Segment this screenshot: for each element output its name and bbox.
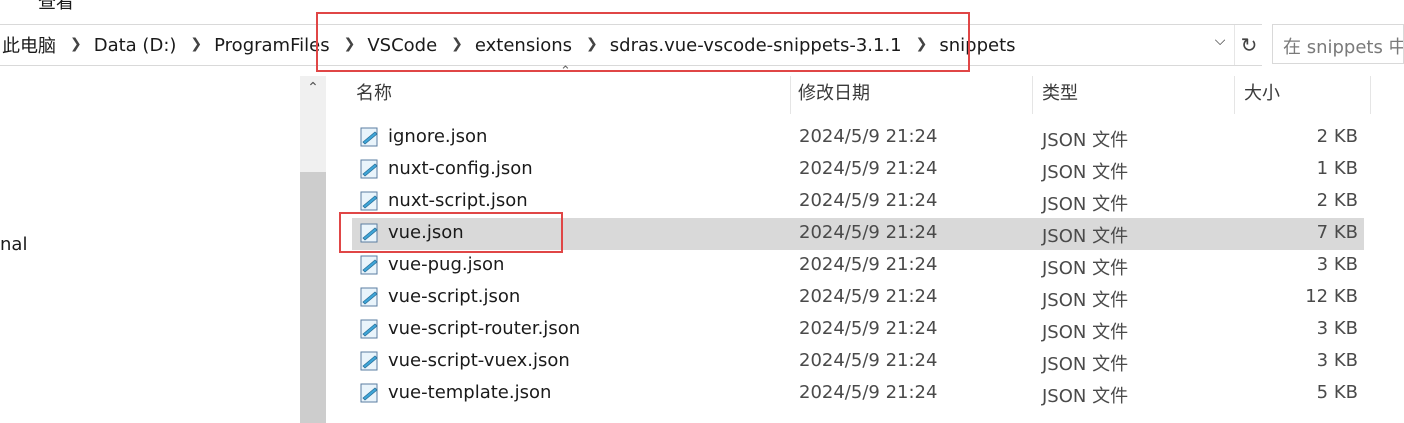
search-input[interactable]: 在 snippets 中搜索 [1272,24,1404,64]
json-file-icon [360,223,378,243]
breadcrumb-this-pc[interactable]: 此电脑 [0,32,58,58]
address-bar[interactable]: 此电脑 ❯ Data (D:) ❯ ProgramFiles ❯ VSCode … [0,24,1262,66]
json-file-icon [360,159,378,179]
file-name: vue-script.json [388,286,521,307]
file-type: JSON 文件 [1042,290,1129,311]
file-date: 2024/5/9 21:24 [799,350,938,371]
file-name: ignore.json [388,126,488,147]
file-row[interactable]: nuxt-script.json 2024/5/9 21:24 JSON 文件 … [352,186,1364,218]
file-row[interactable]: nuxt-config.json 2024/5/9 21:24 JSON 文件 … [352,154,1364,186]
file-name: vue-template.json [388,382,552,403]
file-name: vue-script-router.json [388,318,581,339]
file-row[interactable]: vue-script-router.json 2024/5/9 21:24 JS… [352,314,1364,346]
file-date: 2024/5/9 21:24 [799,382,938,403]
column-date[interactable]: 修改日期 [768,76,1010,114]
file-date: 2024/5/9 21:24 [799,222,938,243]
file-row[interactable]: ignore.json 2024/5/9 21:24 JSON 文件 2 KB [352,122,1364,154]
chevron-right-icon[interactable]: ❯ [439,36,473,52]
json-file-icon [360,127,378,147]
chevron-right-icon[interactable]: ❯ [574,36,608,52]
file-type: JSON 文件 [1042,322,1129,343]
file-type: JSON 文件 [1042,226,1129,247]
json-file-icon [360,351,378,371]
file-size: 3 KB [1316,254,1358,275]
navigation-pane: nal [0,66,300,423]
file-name: nuxt-script.json [388,190,528,211]
file-size: 2 KB [1316,190,1358,211]
breadcrumb-extensions[interactable]: extensions [473,35,574,56]
file-type: JSON 文件 [1042,130,1129,151]
file-row[interactable]: vue-pug.json 2024/5/9 21:24 JSON 文件 3 KB [352,250,1364,282]
file-date: 2024/5/9 21:24 [799,190,938,211]
scroll-thumb[interactable] [300,172,326,423]
refresh-icon[interactable]: ↻ [1234,25,1263,65]
sort-caret-icon: ⌃ [560,64,571,79]
file-size: 12 KB [1305,286,1358,307]
chevron-right-icon[interactable]: ❯ [904,36,938,52]
json-file-icon [360,287,378,307]
column-header: 名称 修改日期 类型 大小 [326,76,1404,114]
column-name[interactable]: 名称 [326,76,790,114]
file-type: JSON 文件 [1042,354,1129,375]
file-date: 2024/5/9 21:24 [799,158,938,179]
json-file-icon [360,255,378,275]
chevron-down-icon[interactable]: ⌵ [1208,33,1232,49]
file-type: JSON 文件 [1042,162,1129,183]
file-type: JSON 文件 [1042,258,1129,279]
breadcrumb-snippets[interactable]: snippets [937,35,1017,56]
json-file-icon [360,191,378,211]
nav-scrollbar[interactable]: ⌃ [300,76,326,423]
breadcrumb: 此电脑 ❯ Data (D:) ❯ ProgramFiles ❯ VSCode … [0,25,1018,65]
file-date: 2024/5/9 21:24 [799,318,938,339]
breadcrumb-extension-folder[interactable]: sdras.vue-vscode-snippets-3.1.1 [608,35,904,56]
file-row[interactable]: vue-script.json 2024/5/9 21:24 JSON 文件 1… [352,282,1364,314]
scroll-up-arrow-icon[interactable]: ⌃ [300,76,326,100]
file-size: 2 KB [1316,126,1358,147]
file-type: JSON 文件 [1042,194,1129,215]
file-date: 2024/5/9 21:24 [799,286,938,307]
json-file-icon [360,383,378,403]
file-name: vue-pug.json [388,254,505,275]
breadcrumb-vscode[interactable]: VSCode [365,35,439,56]
chevron-right-icon[interactable]: ❯ [58,36,92,52]
ribbon-view-tab[interactable]: 查看 [38,0,74,14]
breadcrumb-programfiles[interactable]: ProgramFiles [212,35,331,56]
column-divider[interactable] [1370,76,1371,114]
chevron-right-icon[interactable]: ❯ [332,36,366,52]
file-size: 3 KB [1316,350,1358,371]
chevron-right-icon[interactable]: ❯ [178,36,212,52]
breadcrumb-drive[interactable]: Data (D:) [92,35,179,56]
file-type: JSON 文件 [1042,386,1129,407]
nav-item-partial[interactable]: nal [0,234,27,255]
file-date: 2024/5/9 21:24 [799,254,938,275]
file-row[interactable]: vue-script-vuex.json 2024/5/9 21:24 JSON… [352,346,1364,378]
file-name: vue-script-vuex.json [388,350,570,371]
file-size: 3 KB [1316,318,1358,339]
file-size: 1 KB [1316,158,1358,179]
file-row-selected[interactable]: vue.json 2024/5/9 21:24 JSON 文件 7 KB [352,218,1364,250]
file-row[interactable]: vue-template.json 2024/5/9 21:24 JSON 文件… [352,378,1364,410]
file-size: 5 KB [1316,382,1358,403]
column-type[interactable]: 类型 [1012,76,1212,114]
file-name: nuxt-config.json [388,158,533,179]
column-size[interactable]: 大小 [1214,76,1344,114]
json-file-icon [360,319,378,339]
file-name: vue.json [388,222,464,243]
file-date: 2024/5/9 21:24 [799,126,938,147]
file-size: 7 KB [1316,222,1358,243]
